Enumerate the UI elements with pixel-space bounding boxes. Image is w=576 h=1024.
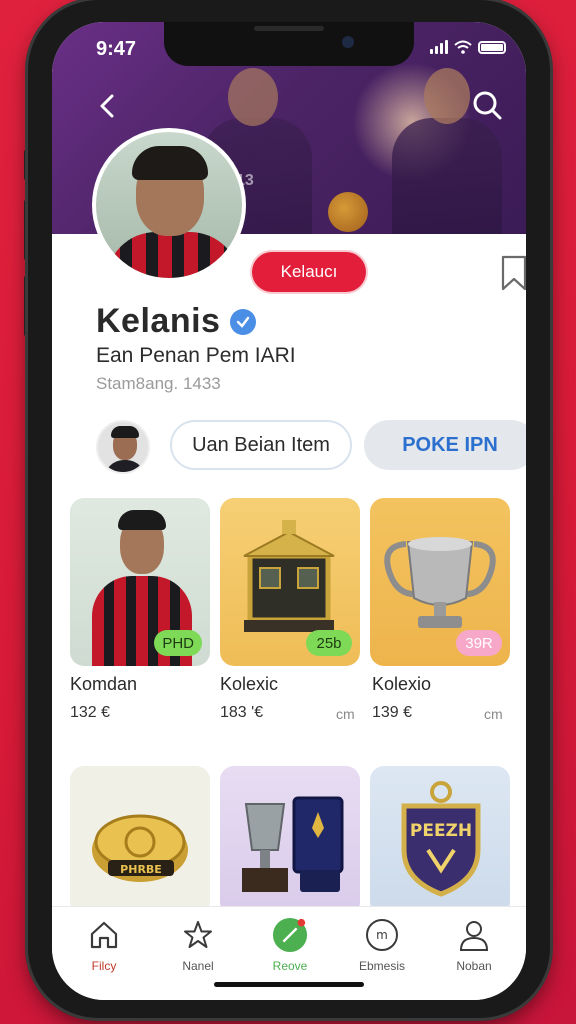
phone-frame: 13 9:47 Kelaucı Kelanis Ean Penan Pem IA… xyxy=(28,0,550,1018)
profile-meta: Stam8ang. 1433 xyxy=(96,374,221,393)
item-card-player[interactable]: PHD xyxy=(70,498,210,666)
avatar-jersey xyxy=(106,232,240,278)
follow-button[interactable]: Kelaucı xyxy=(252,252,366,292)
tab-label: Noban xyxy=(456,959,492,973)
secondary-action-button[interactable]: POKE IPN xyxy=(364,420,526,470)
tab-star[interactable]: Nanel xyxy=(158,917,238,973)
home-indicator[interactable] xyxy=(214,982,364,987)
trophy-box-icon xyxy=(243,520,335,632)
small-avatar-hair xyxy=(111,426,139,438)
small-avatar[interactable] xyxy=(96,420,150,474)
tab-label: Filcy xyxy=(91,959,117,973)
tab-messages[interactable]: m Ebmesis xyxy=(342,917,422,973)
front-camera xyxy=(342,36,354,48)
item-card-crest[interactable]: PEEZH xyxy=(370,766,510,916)
hero-player-right xyxy=(392,118,502,234)
item-title: Kolexio xyxy=(372,674,432,694)
profile-icon xyxy=(456,917,492,953)
football xyxy=(328,192,368,232)
search-icon[interactable] xyxy=(470,88,504,122)
app-screen: 13 9:47 Kelaucı Kelanis Ean Penan Pem IA… xyxy=(52,22,526,1000)
edit-icon xyxy=(272,917,308,953)
item-badge: PHD xyxy=(154,630,202,656)
item-badge: 25b xyxy=(306,630,352,656)
item-price: 183 '€ xyxy=(220,704,264,721)
profile-avatar[interactable] xyxy=(92,128,246,282)
battery-icon xyxy=(478,41,506,54)
cup-trophy-icon xyxy=(384,537,496,628)
tab-create[interactable]: Reove xyxy=(250,917,330,973)
club-crest-icon: PEEZH xyxy=(401,781,481,897)
tab-label: Nanel xyxy=(182,959,214,973)
back-arrow-icon[interactable] xyxy=(92,90,124,122)
gold-medal-icon: PHRBE xyxy=(92,814,188,882)
item-card-cup[interactable]: 39R xyxy=(370,498,510,666)
item-card-trophy-box[interactable]: 25b xyxy=(220,498,360,666)
item-unit: cm xyxy=(336,706,355,722)
card-player-hair xyxy=(118,510,166,530)
medal-label: PHRBE xyxy=(120,863,162,876)
wifi-icon xyxy=(454,40,472,54)
avatar-hair xyxy=(132,146,208,180)
status-time: 9:47 xyxy=(96,38,137,60)
verified-check-icon xyxy=(230,308,257,335)
tab-profile[interactable]: Noban xyxy=(434,917,514,973)
profile-name-text: Kelanis xyxy=(96,302,221,340)
profile-subtitle: Ean Penan Pem IARI xyxy=(96,344,296,367)
svg-text:m: m xyxy=(376,928,388,942)
tab-label: Ebmesis xyxy=(358,959,405,973)
speaker xyxy=(254,26,324,31)
item-badge: 39R xyxy=(456,630,502,656)
item-title: Komdan xyxy=(70,674,138,694)
notch xyxy=(164,22,414,66)
item-price: 139 € xyxy=(372,704,413,721)
tab-home[interactable]: Filcy xyxy=(64,917,144,973)
hero-player-right-head xyxy=(424,68,470,124)
bookmark-icon[interactable] xyxy=(500,254,526,292)
item-card-medal[interactable]: PHRBE xyxy=(70,766,210,916)
item-price: 132 € xyxy=(70,704,111,721)
item-card-awards[interactable] xyxy=(220,766,360,916)
home-icon xyxy=(86,917,122,953)
status-icons xyxy=(430,40,506,54)
signal-icon xyxy=(430,40,448,54)
item-title: Kolexic xyxy=(220,674,279,694)
primary-action-button[interactable]: Uan Beian Item xyxy=(170,420,352,470)
awards-set-icon xyxy=(242,796,344,892)
crest-label: PEEZH xyxy=(410,821,472,841)
star-icon xyxy=(180,917,216,953)
message-icon: m xyxy=(364,917,400,953)
item-unit: cm xyxy=(484,706,503,722)
small-avatar-body xyxy=(104,460,146,472)
tab-label: Reove xyxy=(272,959,308,973)
profile-name: Kelanis xyxy=(96,302,257,341)
hero-player-left-head xyxy=(228,68,278,126)
